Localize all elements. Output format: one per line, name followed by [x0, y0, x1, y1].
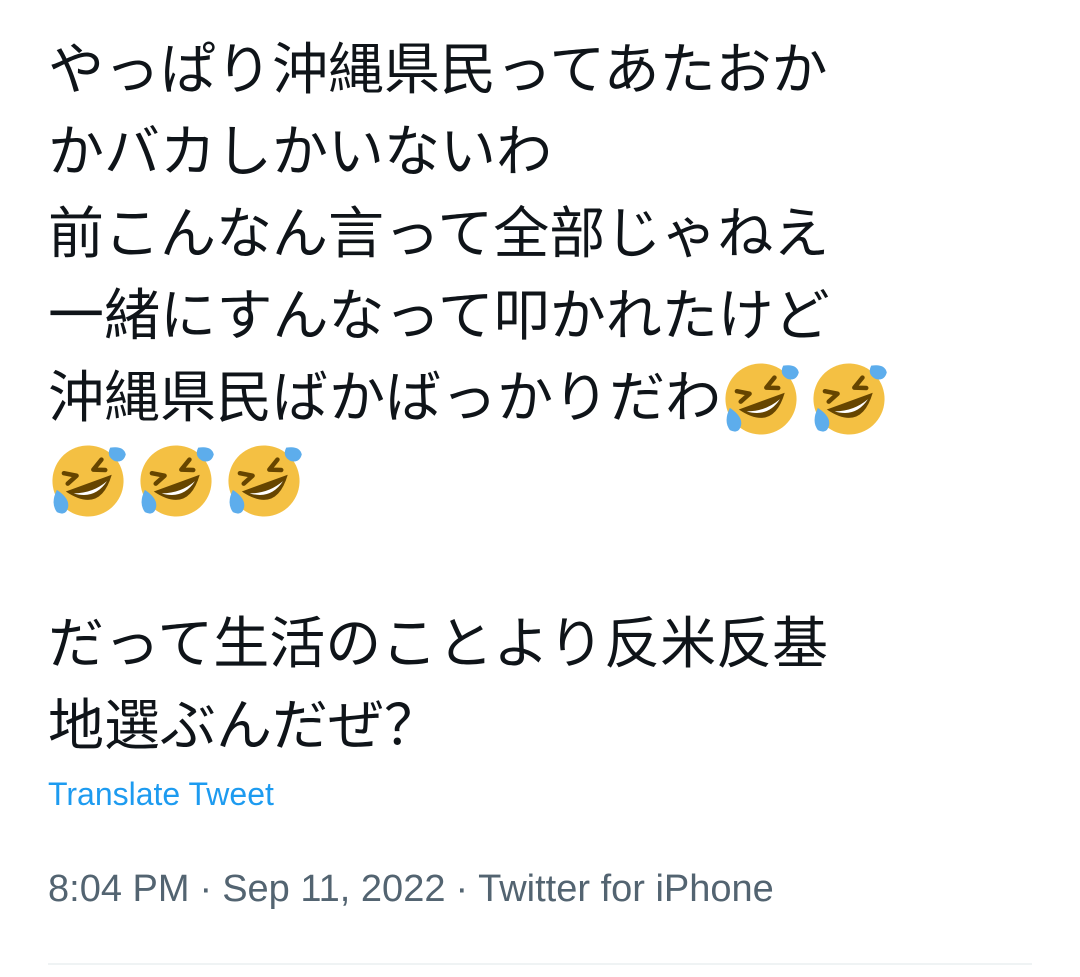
- tweet-source-link[interactable]: Twitter for iPhone: [478, 868, 774, 910]
- rofl-emoji-icon: [809, 359, 889, 439]
- rofl-emoji-icon: [136, 441, 216, 521]
- tweet-meta: 8:04 PM · Sep 11, 2022 · Twitter for iPhone: [48, 866, 774, 912]
- tweet-body: やっぱり沖縄県民ってあたおか かバカしかいないわ 前こんなん言って全部じゃねえ …: [48, 30, 1038, 768]
- tweet-text-line-4: 一緒にすんなって叩かれたけど: [48, 284, 830, 349]
- tweet-text-line-1: やっぱり沖縄県民ってあたおか: [48, 38, 828, 103]
- rofl-emoji-icon: [721, 359, 801, 439]
- tweet-emoji-line: [48, 440, 1038, 522]
- tweet-text-line-7: 地選ぶんだぜ？: [48, 694, 440, 759]
- meta-separator: ·: [455, 868, 469, 910]
- tweet-text-line-6: だって生活のことより反米反基: [48, 612, 829, 677]
- rofl-emoji-icon: [224, 441, 304, 521]
- tweet-text-line-5: 沖縄県民ばかばっかりだわ: [48, 358, 1038, 440]
- tweet-timestamp-time[interactable]: 8:04 PM: [48, 868, 190, 910]
- divider: [48, 963, 1032, 965]
- tweet-text-line-2: かバカしかいないわ: [48, 120, 552, 185]
- translate-tweet-link[interactable]: Translate Tweet: [48, 774, 274, 814]
- tweet-text-line-3: 前こんなん言って全部じゃねえ: [48, 202, 830, 267]
- rofl-emoji-icon: [48, 441, 128, 521]
- tweet-timestamp-date[interactable]: Sep 11, 2022: [222, 868, 445, 910]
- meta-separator: ·: [199, 868, 213, 910]
